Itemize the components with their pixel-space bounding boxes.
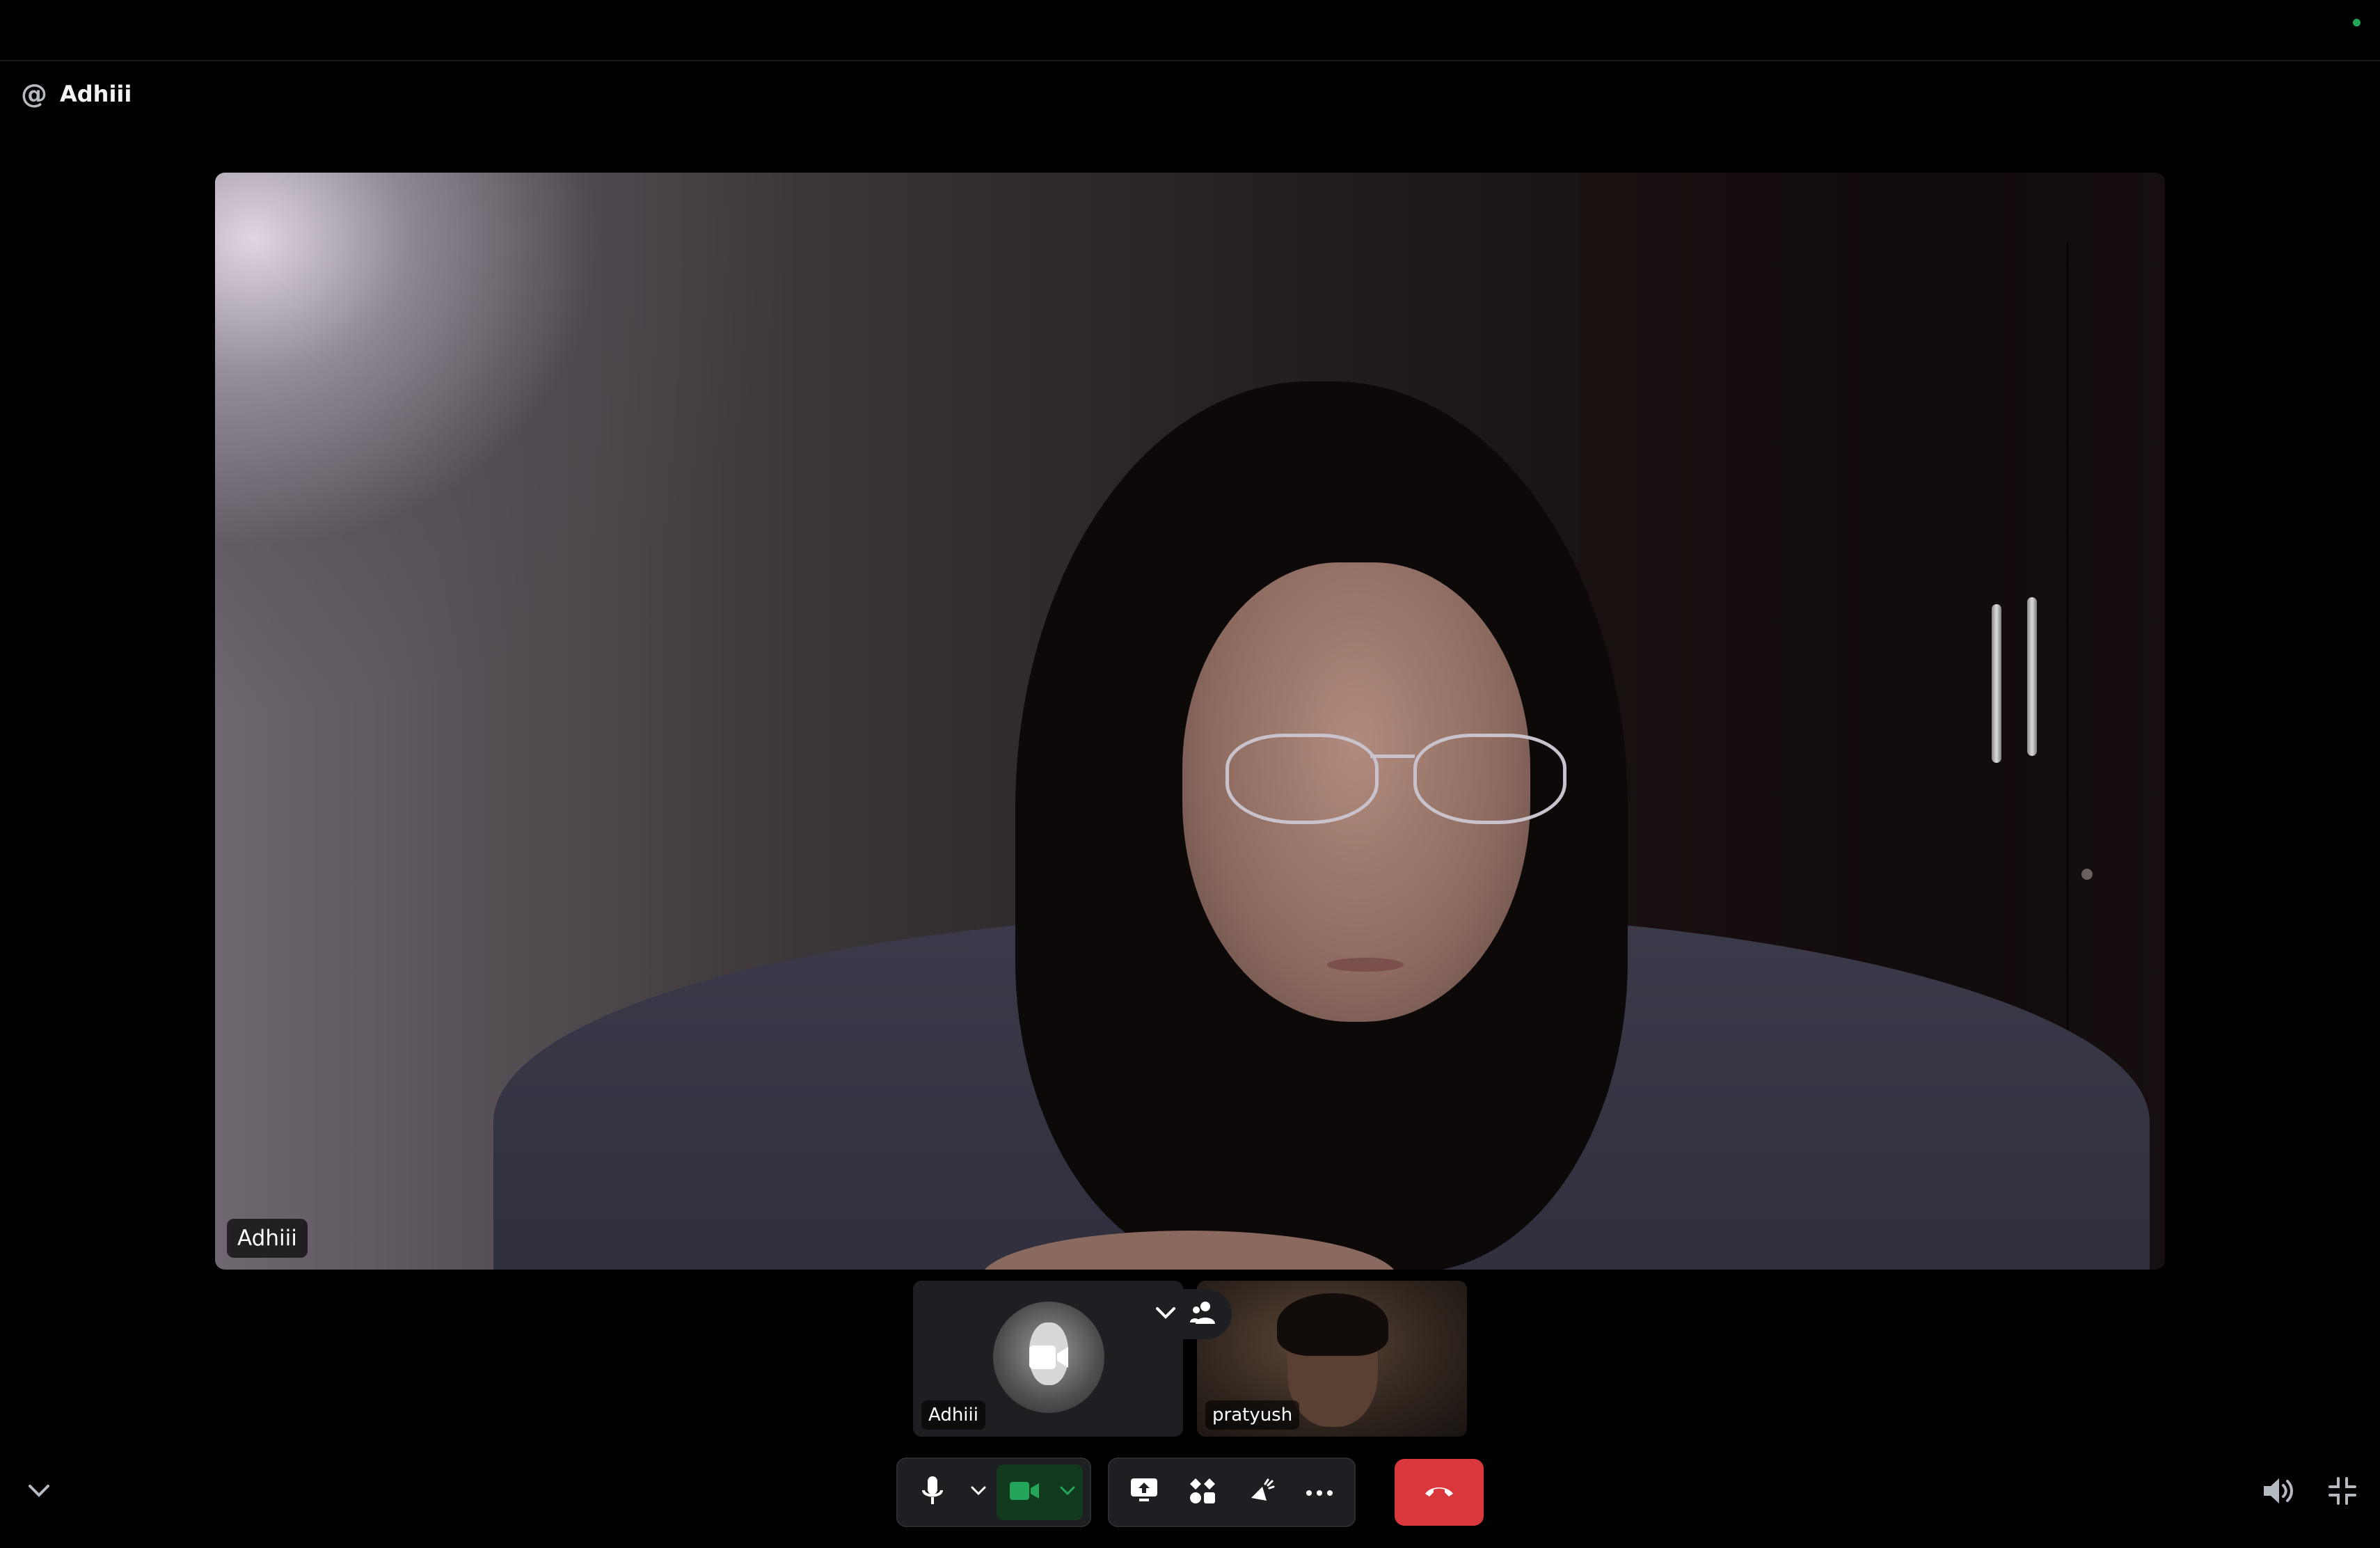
call-actions <box>1108 1458 1356 1527</box>
more-options-button[interactable] <box>1292 1464 1347 1520</box>
tile-name-label: Adhiii <box>921 1400 985 1430</box>
chevron-down-icon <box>1155 1306 1176 1322</box>
mute-button[interactable] <box>905 1464 960 1520</box>
chevron-down-icon <box>27 1483 51 1501</box>
volume-icon <box>2262 1477 2294 1508</box>
camera-toggle-group <box>997 1464 1083 1520</box>
participant-name-label: Adhiii <box>227 1219 308 1258</box>
participant-tile-pratyush[interactable]: pratyush <box>1197 1281 1467 1437</box>
volume-button[interactable] <box>2259 1474 2298 1510</box>
at-icon: @ <box>21 79 47 109</box>
share-screen-button[interactable] <box>1116 1464 1172 1520</box>
activities-icon <box>1189 1477 1216 1508</box>
voice-controls <box>896 1458 1091 1527</box>
microphone-icon <box>921 1476 944 1508</box>
chevron-down-icon <box>1059 1485 1076 1499</box>
people-icon <box>1190 1299 1218 1329</box>
channel-name: Adhiii <box>60 81 132 107</box>
status-indicator <box>2353 19 2361 26</box>
tile-name-label: pratyush <box>1205 1400 1300 1430</box>
soundboard-button[interactable] <box>1233 1464 1289 1520</box>
video-camera-icon <box>1010 1480 1039 1504</box>
exit-fullscreen-button[interactable] <box>2323 1474 2362 1510</box>
soundboard-icon <box>1247 1477 1275 1508</box>
activities-button[interactable] <box>1175 1464 1230 1520</box>
screen-share-icon <box>1129 1477 1159 1508</box>
chevron-down-icon <box>970 1485 987 1499</box>
participants-toggle-button[interactable] <box>1141 1289 1232 1339</box>
top-bar <box>0 0 2380 61</box>
collapse-button[interactable] <box>21 1476 57 1509</box>
participant-video-image <box>215 173 2165 1270</box>
disconnect-button[interactable] <box>1395 1459 1484 1526</box>
avatar <box>993 1302 1104 1413</box>
channel-header: @ Adhiii <box>21 77 132 111</box>
main-video-feed[interactable]: Adhiii <box>215 173 2165 1270</box>
camera-options-button[interactable] <box>1052 1464 1083 1520</box>
phone-hangup-icon <box>1424 1484 1454 1501</box>
exit-fullscreen-icon <box>2328 1476 2357 1508</box>
more-icon <box>1306 1486 1333 1499</box>
video-camera-icon <box>1028 1336 1070 1378</box>
camera-button[interactable] <box>997 1464 1052 1520</box>
mic-options-button[interactable] <box>963 1464 994 1520</box>
